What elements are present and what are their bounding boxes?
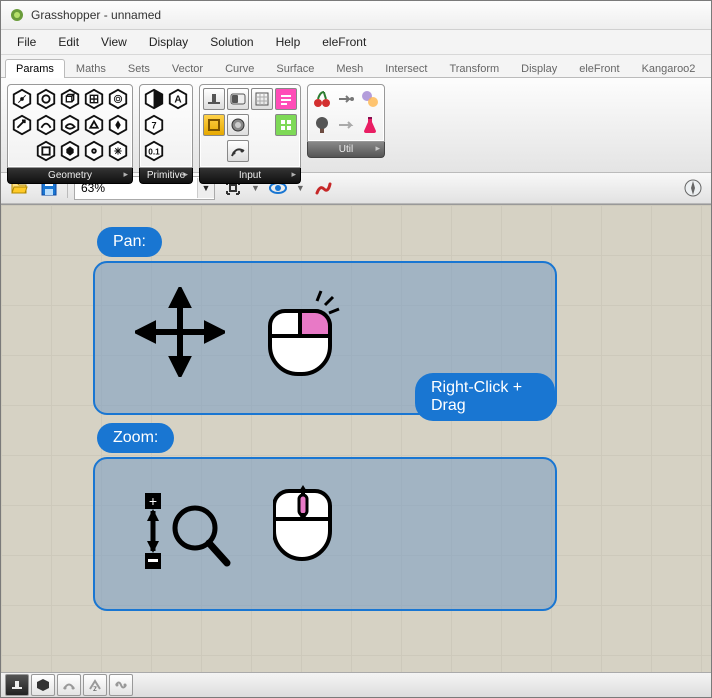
tab-curve[interactable]: Curve <box>214 59 265 78</box>
svg-text:z: z <box>93 684 97 692</box>
geo-surface-icon[interactable] <box>59 114 81 136</box>
pan-note: Right-Click + Drag <box>93 261 557 415</box>
tab-maths[interactable]: Maths <box>65 59 117 78</box>
menu-display[interactable]: Display <box>139 32 198 52</box>
zoom-extents-dropdown[interactable]: ▼ <box>251 183 260 193</box>
input-valuelist-icon[interactable] <box>275 88 297 110</box>
canvas[interactable]: Pan: <box>1 204 711 672</box>
geo-meshface-icon[interactable] <box>83 114 105 136</box>
geo-point-icon[interactable] <box>11 88 33 110</box>
status-wire1-button[interactable] <box>57 674 81 696</box>
util-tree-icon[interactable] <box>311 114 333 136</box>
status-wire3-button[interactable] <box>109 674 133 696</box>
panel-util-body <box>307 84 385 142</box>
geo-geometry-icon[interactable] <box>107 140 129 162</box>
util-jump-icon[interactable] <box>335 88 357 110</box>
svg-text:A: A <box>174 95 182 106</box>
tab-display[interactable]: Display <box>510 59 568 78</box>
util-relay-icon[interactable] <box>335 114 357 136</box>
input-button-icon[interactable] <box>275 114 297 136</box>
svg-text:7: 7 <box>151 121 156 131</box>
mouse-rightclick-icon <box>265 281 345 384</box>
prim-boolean-icon[interactable] <box>143 88 165 110</box>
geo-group-icon[interactable] <box>107 114 129 136</box>
geo-box-icon[interactable] <box>59 88 81 110</box>
svg-text:0.1: 0.1 <box>148 148 160 157</box>
panel-input: Input <box>199 84 301 166</box>
panel-input-body <box>199 84 301 168</box>
menubar: File Edit View Display Solution Help ele… <box>1 30 711 55</box>
mouse-scroll-icon <box>273 479 343 577</box>
panel-geometry-label[interactable]: Geometry <box>7 168 133 184</box>
input-graph-icon[interactable] <box>227 140 249 162</box>
geo-twisted-icon[interactable] <box>83 140 105 162</box>
compass-icon[interactable] <box>681 176 705 200</box>
tab-intersect[interactable]: Intersect <box>374 59 438 78</box>
status-display-button[interactable] <box>5 674 29 696</box>
geo-field-icon[interactable] <box>107 88 129 110</box>
tab-surface[interactable]: Surface <box>265 59 325 78</box>
panel-geometry: Geometry <box>7 84 133 166</box>
menu-file[interactable]: File <box>7 32 46 52</box>
panel-primitive: 7 0.1 A Primitive <box>139 84 193 166</box>
ribbon-tabs: Params Maths Sets Vector Curve Surface M… <box>1 55 711 77</box>
geo-mesh-icon[interactable] <box>83 88 105 110</box>
prim-number-icon[interactable]: 0.1 <box>143 140 165 162</box>
app-window: Grasshopper - unnamed File Edit View Dis… <box>0 0 712 698</box>
preview-dropdown[interactable]: ▼ <box>296 183 305 193</box>
panel-util-label[interactable]: Util <box>307 142 385 158</box>
tab-sets[interactable]: Sets <box>117 59 161 78</box>
util-scribble-icon[interactable] <box>359 88 381 110</box>
panel-primitive-body: 7 0.1 A <box>139 84 193 168</box>
tab-transform[interactable]: Transform <box>438 59 510 78</box>
svg-text:+: + <box>149 493 157 509</box>
app-icon <box>9 7 25 23</box>
tab-kangaroo2[interactable]: Kangaroo2 <box>631 59 707 78</box>
input-mdslider-icon[interactable] <box>251 88 273 110</box>
tab-vector[interactable]: Vector <box>161 59 214 78</box>
menu-edit[interactable]: Edit <box>48 32 89 52</box>
tab-elefront[interactable]: eleFront <box>568 59 630 78</box>
zoom-magnifier-icon: + <box>135 483 245 586</box>
titlebar: Grasshopper - unnamed <box>1 1 711 30</box>
panel-primitive-label[interactable]: Primitive <box>139 168 193 184</box>
util-flask-icon[interactable] <box>359 114 381 136</box>
tab-user[interactable]: User <box>706 59 712 78</box>
tab-mesh[interactable]: Mesh <box>325 59 374 78</box>
input-panel-icon[interactable] <box>203 114 225 136</box>
geo-plane-icon[interactable] <box>35 140 57 162</box>
sketch-button[interactable] <box>311 176 335 200</box>
menu-solution[interactable]: Solution <box>200 32 263 52</box>
prim-integer-icon[interactable]: 7 <box>143 114 165 136</box>
pan-hint: Right-Click + Drag <box>415 373 555 421</box>
panel-input-label[interactable]: Input <box>199 168 301 184</box>
geo-curve-icon[interactable] <box>35 114 57 136</box>
zoom-label: Zoom: <box>97 423 174 453</box>
pan-arrows-icon <box>135 287 225 380</box>
ribbon: Geometry 7 0.1 A Primitive <box>1 77 711 173</box>
window-title: Grasshopper - unnamed <box>31 8 161 22</box>
menu-help[interactable]: Help <box>266 32 311 52</box>
menu-view[interactable]: View <box>91 32 137 52</box>
util-cherry-icon[interactable] <box>311 88 333 110</box>
geo-vector-icon[interactable] <box>11 114 33 136</box>
input-slider-icon[interactable] <box>203 88 225 110</box>
geo-circle-icon[interactable] <box>35 88 57 110</box>
zoom-note: + <box>93 457 557 611</box>
tab-params[interactable]: Params <box>5 59 65 78</box>
panel-geometry-body <box>7 84 133 168</box>
prim-text-icon[interactable]: A <box>167 88 189 110</box>
menu-elefront[interactable]: eleFront <box>312 32 376 52</box>
statusbar: z <box>1 672 711 697</box>
status-wire2-button[interactable]: z <box>83 674 107 696</box>
panel-util: Util <box>307 84 385 166</box>
geo-brep-icon[interactable] <box>59 140 81 162</box>
input-bool-icon[interactable] <box>227 88 249 110</box>
pan-label: Pan: <box>97 227 162 257</box>
status-hex-button[interactable] <box>31 674 55 696</box>
input-knob-icon[interactable] <box>227 114 249 136</box>
